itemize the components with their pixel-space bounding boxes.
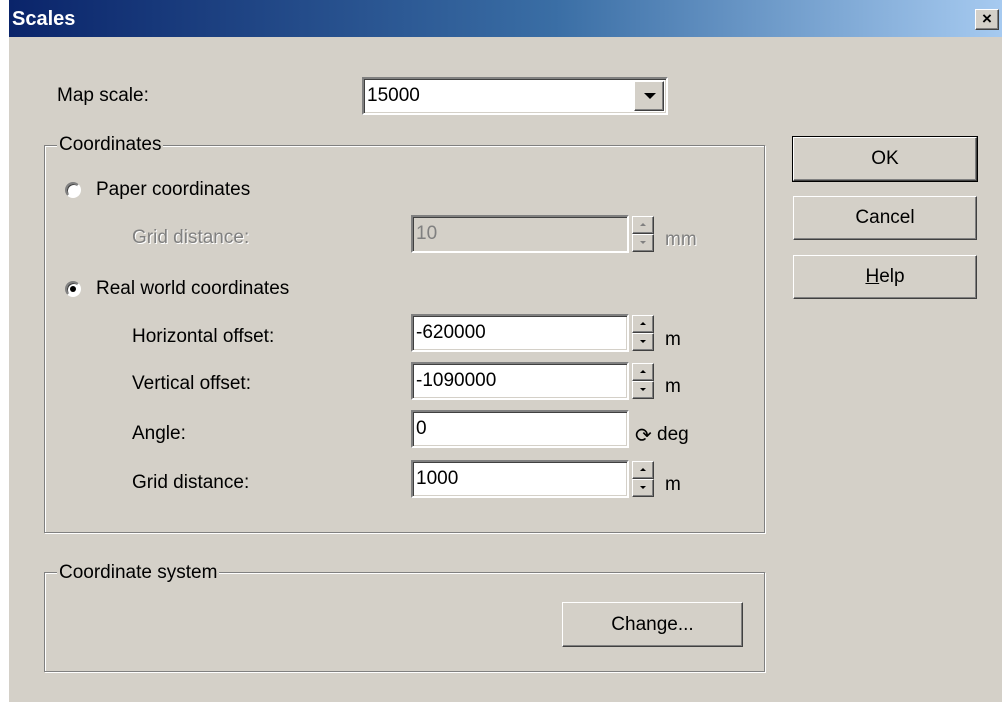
chevron-down-icon [644,93,656,99]
grid-distance-input[interactable]: 1000 [411,460,629,498]
angle-label: Angle: [132,423,186,444]
coordinates-group-title: Coordinates [57,134,164,156]
cancel-button-label: Cancel [855,207,915,228]
change-button-label: Change... [611,614,694,635]
horizontal-offset-label: Horizontal offset: [132,326,275,347]
grid-distance-spinner[interactable] [632,461,654,497]
window-title: Scales [12,8,76,30]
horizontal-offset-value: -620000 [416,322,486,343]
close-icon: × [982,9,992,28]
real-world-coordinates-radio[interactable] [65,281,81,297]
spin-down-button[interactable] [632,479,654,497]
paper-grid-distance-value: 10 [416,223,438,244]
angle-input[interactable]: 0 [411,410,629,448]
map-scale-dropdown-button[interactable] [634,81,664,111]
map-scale-combobox[interactable]: 15000 [362,77,668,115]
angle-value: 0 [416,418,427,439]
paper-grid-distance-input[interactable]: 10 [411,215,629,253]
cancel-button[interactable]: Cancel [793,196,977,240]
coordinate-system-group-title: Coordinate system [57,562,220,584]
spin-down-button[interactable] [632,381,654,399]
help-mnemonic: H [865,266,880,287]
chevron-up-icon [640,322,646,325]
spin-up-button[interactable] [632,363,654,381]
help-label-rest: elp [879,266,905,287]
horizontal-offset-input[interactable]: -620000 [411,314,629,352]
spin-up-button[interactable] [632,216,654,234]
grid-distance-unit: m [665,474,681,495]
ok-button[interactable]: OK [792,136,978,182]
help-button-label: Help [865,256,904,298]
ok-button-label: OK [871,148,899,169]
vertical-offset-value: -1090000 [416,370,497,391]
real-world-coordinates-label[interactable]: Real world coordinates [96,278,289,300]
spin-down-button[interactable] [632,333,654,351]
chevron-down-icon [640,241,646,244]
angle-unit: deg [657,424,689,445]
paper-grid-distance-label: Grid distance: [132,227,250,248]
spin-down-button[interactable] [632,234,654,252]
paper-grid-distance-spinner[interactable] [632,216,654,252]
vertical-offset-unit: m [665,376,681,397]
radio-selected-dot [70,286,76,292]
chevron-up-icon [640,468,646,471]
title-bar[interactable]: Scales × [9,0,1002,37]
chevron-up-icon [640,223,646,226]
grid-distance-value: 1000 [416,468,459,489]
vertical-offset-label: Vertical offset: [132,373,251,394]
horizontal-offset-spinner[interactable] [632,315,654,351]
chevron-up-icon [640,370,646,373]
paper-coordinates-radio[interactable] [65,182,81,198]
chevron-down-icon [640,486,646,489]
spin-up-button[interactable] [632,461,654,479]
grid-distance-label: Grid distance: [132,472,250,493]
change-button[interactable]: Change... [562,602,743,647]
spin-up-button[interactable] [632,315,654,333]
scales-dialog: Scales × Map scale: 15000 Coordinates Pa… [9,0,1002,702]
rotate-icon[interactable]: ⟳ [635,423,652,448]
paper-coordinates-label[interactable]: Paper coordinates [96,179,250,201]
chevron-down-icon [640,388,646,391]
vertical-offset-input[interactable]: -1090000 [411,362,629,400]
map-scale-label: Map scale: [57,85,149,106]
close-button[interactable]: × [975,9,999,30]
horizontal-offset-unit: m [665,329,681,350]
vertical-offset-spinner[interactable] [632,363,654,399]
paper-grid-distance-unit: mm [665,229,697,250]
map-scale-value: 15000 [367,85,420,106]
help-button[interactable]: Help [793,255,977,299]
chevron-down-icon [640,340,646,343]
